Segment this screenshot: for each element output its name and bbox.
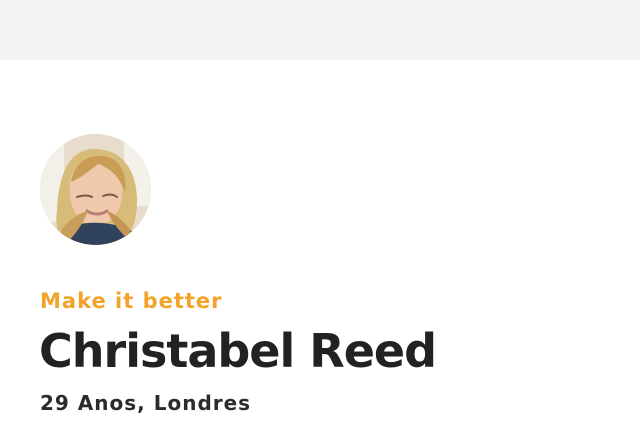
profile-name: Christabel Reed (39, 324, 437, 378)
profile-tagline: Make it better (40, 289, 223, 313)
top-bar (0, 0, 640, 60)
avatar (40, 134, 151, 245)
profile-card: Make it better Christabel Reed 29 Anos, … (39, 134, 620, 415)
profile-details: 29 Anos, Londres (40, 391, 252, 415)
